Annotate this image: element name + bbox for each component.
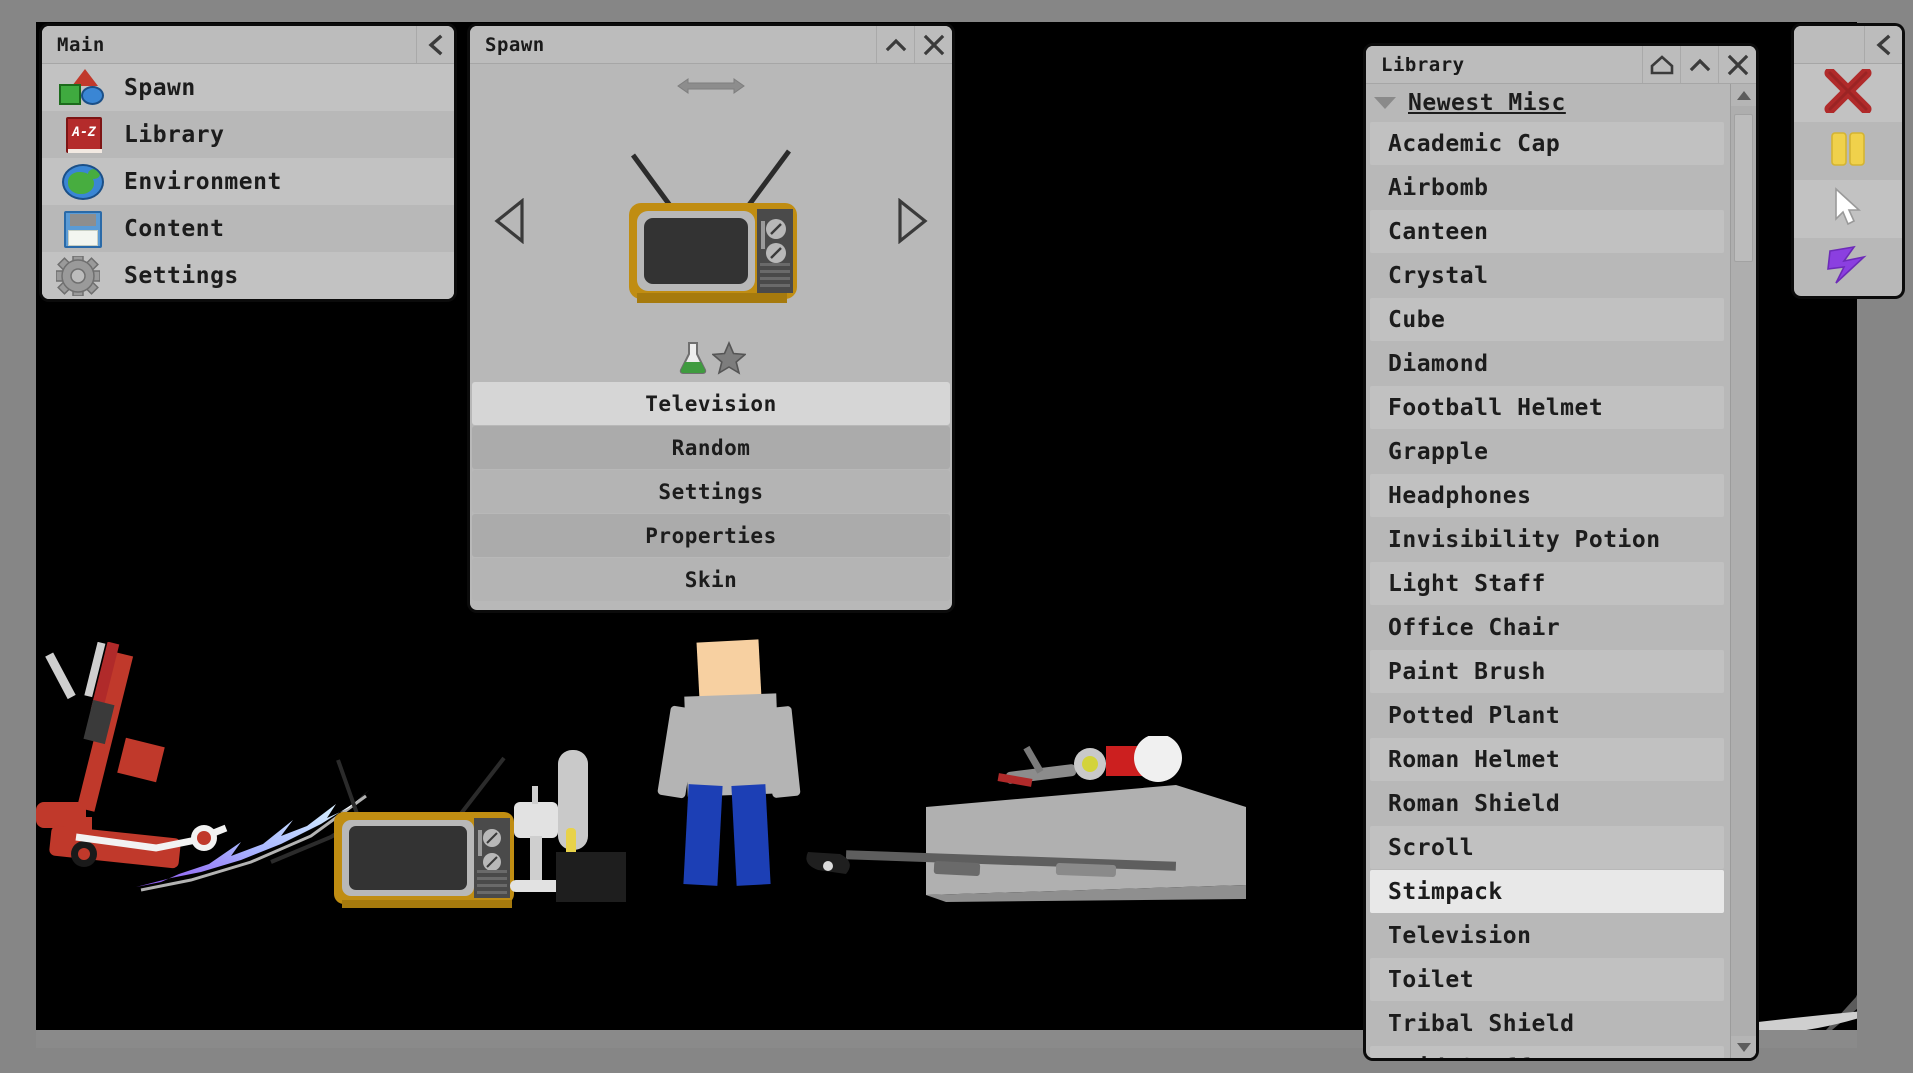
clear-all-icon <box>1824 67 1872 117</box>
next-item-arrow-icon[interactable] <box>894 197 930 248</box>
collapse-left-icon[interactable] <box>1864 26 1902 63</box>
cursor-icon <box>1829 186 1867 232</box>
sidebar-item-label: Library <box>124 121 225 148</box>
shapes-icon <box>56 68 110 108</box>
library-panel: Library Newest Misc Academic Cap Airbomb… <box>1366 46 1756 1058</box>
sidebar-item-library[interactable]: A-Z Library <box>42 111 454 158</box>
spawn-selected-item-button[interactable]: Television <box>472 382 950 425</box>
sidebar-item-settings[interactable]: Settings <box>42 252 454 299</box>
list-item[interactable]: Toilet <box>1370 958 1724 1001</box>
list-item[interactable]: Cube <box>1370 298 1724 341</box>
list-item[interactable]: Roman Helmet <box>1370 738 1724 781</box>
list-item[interactable]: Paint Brush <box>1370 650 1724 693</box>
list-item[interactable]: Office Chair <box>1370 606 1724 649</box>
list-item[interactable]: Scroll <box>1370 826 1724 869</box>
lightning-icon <box>1824 243 1872 291</box>
spawn-badges <box>470 338 952 382</box>
spawn-skin-button[interactable]: Skin <box>472 558 950 601</box>
scene-small-weapon <box>997 736 1182 787</box>
spawn-random-button[interactable]: Random <box>472 426 950 469</box>
sidebar-item-spawn[interactable]: Spawn <box>42 64 454 111</box>
collapse-up-icon[interactable] <box>1680 46 1718 83</box>
home-icon[interactable] <box>1642 46 1680 83</box>
sidebar-item-content[interactable]: Content <box>42 205 454 252</box>
lightning-tool-button[interactable] <box>1794 238 1902 296</box>
main-panel-title: Main <box>57 33 105 56</box>
library-panel-titlebar[interactable]: Library <box>1366 46 1756 84</box>
spawn-panel-title: Spawn <box>485 33 545 56</box>
list-item[interactable]: Grapple <box>1370 430 1724 473</box>
sidebar-item-label: Spawn <box>124 74 196 101</box>
spawn-settings-button[interactable]: Settings <box>472 470 950 513</box>
list-item[interactable]: Canteen <box>1370 210 1724 253</box>
list-item[interactable]: Roman Shield <box>1370 782 1724 825</box>
pause-icon <box>1826 129 1870 173</box>
list-item[interactable]: Football Helmet <box>1370 386 1724 429</box>
close-icon[interactable] <box>914 26 952 63</box>
list-item[interactable]: Tribal Shield <box>1370 1002 1724 1045</box>
gear-icon <box>55 254 110 297</box>
tool-panel-titlebar[interactable] <box>1794 26 1902 64</box>
library-panel-title: Library <box>1381 53 1465 76</box>
library-category-header[interactable]: Newest Misc <box>1366 84 1730 122</box>
list-item[interactable]: Invisibility Potion <box>1370 518 1724 561</box>
scrollbar-thumb[interactable] <box>1734 114 1753 262</box>
spawn-preview-row <box>470 108 952 338</box>
app-root: Main Spawn A-Z Library Environment Conte… <box>0 0 1913 1073</box>
clear-all-button[interactable] <box>1794 64 1902 122</box>
cursor-tool-button[interactable] <box>1794 180 1902 238</box>
library-list[interactable]: Newest Misc Academic Cap Airbomb Canteen… <box>1366 84 1730 1058</box>
spawn-panel: Spawn Television Random Settings Propert… <box>470 26 952 610</box>
collapse-left-icon[interactable] <box>416 26 454 63</box>
sidebar-item-label: Content <box>124 215 225 242</box>
list-item[interactable]: Headphones <box>1370 474 1724 517</box>
spawn-properties-button[interactable]: Properties <box>472 514 950 557</box>
list-item[interactable]: Void Staff <box>1370 1046 1724 1058</box>
main-panel: Main Spawn A-Z Library Environment Conte… <box>42 26 454 299</box>
collapse-up-icon[interactable] <box>876 26 914 63</box>
sidebar-item-label: Settings <box>124 262 239 289</box>
library-panel-body: Newest Misc Academic Cap Airbomb Canteen… <box>1366 84 1756 1058</box>
book-az-icon: A-Z <box>56 115 110 155</box>
list-item[interactable]: Potted Plant <box>1370 694 1724 737</box>
floppy-disk-icon <box>56 209 110 249</box>
scene-rifle <box>806 850 1177 877</box>
scroll-up-arrow-icon[interactable] <box>1731 84 1756 106</box>
pause-button[interactable] <box>1794 122 1902 180</box>
television-preview-image <box>611 133 811 313</box>
library-scrollbar[interactable] <box>1730 84 1756 1058</box>
sidebar-item-label: Environment <box>124 168 282 195</box>
chevron-down-icon[interactable] <box>1374 97 1396 109</box>
spawn-panel-body: Television Random Settings Properties Sk… <box>470 64 952 610</box>
previous-item-arrow-icon[interactable] <box>492 197 528 248</box>
list-item[interactable]: Light Staff <box>1370 562 1724 605</box>
list-item[interactable]: Airbomb <box>1370 166 1724 209</box>
list-item[interactable]: Academic Cap <box>1370 122 1724 165</box>
list-item-selected[interactable]: Stimpack <box>1370 870 1724 913</box>
scroll-down-arrow-icon[interactable] <box>1731 1036 1756 1058</box>
spawn-panel-titlebar[interactable]: Spawn <box>470 26 952 64</box>
close-icon[interactable] <box>1718 46 1756 83</box>
horizontal-resize-arrow-icon[interactable] <box>470 64 952 108</box>
tool-panel <box>1794 26 1902 296</box>
globe-icon <box>56 162 110 202</box>
library-category-label: Newest Misc <box>1408 90 1566 116</box>
main-panel-titlebar[interactable]: Main <box>42 26 454 64</box>
list-item[interactable]: Diamond <box>1370 342 1724 385</box>
scene-dark-block <box>556 852 626 902</box>
sidebar-item-environment[interactable]: Environment <box>42 158 454 205</box>
list-item[interactable]: Television <box>1370 914 1724 957</box>
flask-icon <box>676 340 710 380</box>
list-item[interactable]: Crystal <box>1370 254 1724 297</box>
star-icon <box>711 340 747 379</box>
